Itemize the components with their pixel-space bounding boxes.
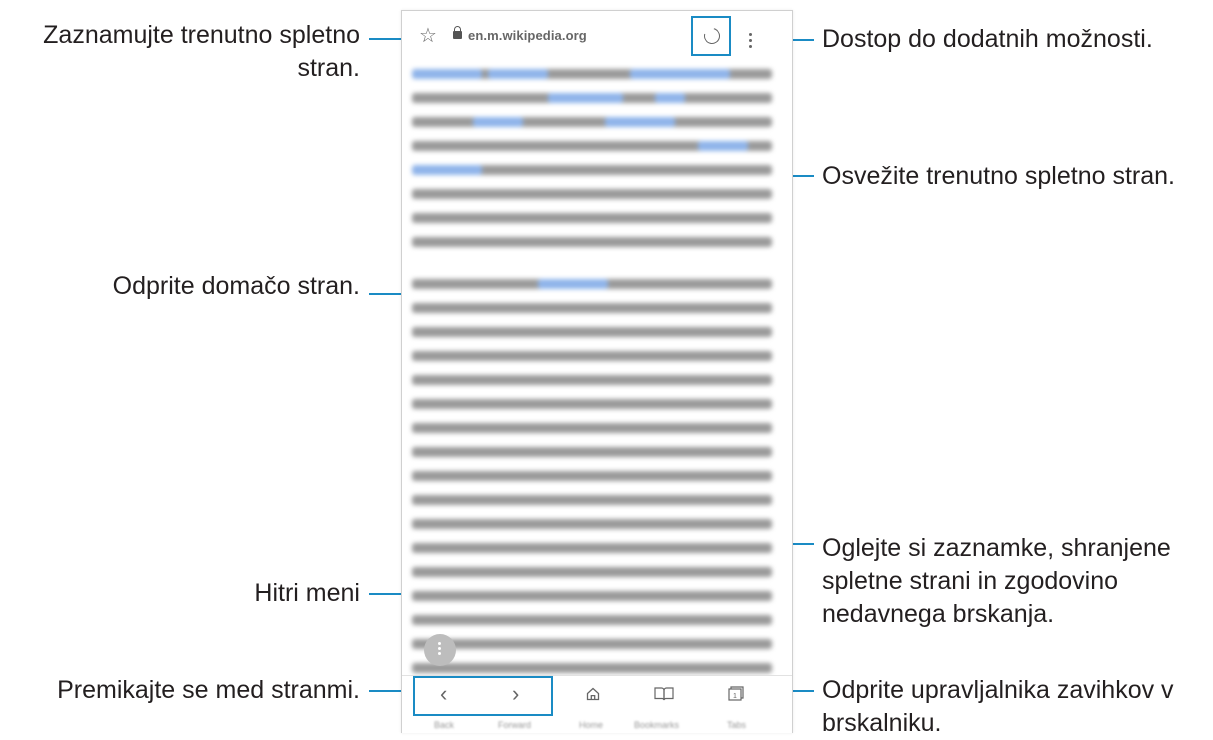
web-page-content — [402, 63, 792, 697]
forward-label: Forward — [498, 720, 532, 730]
paragraph — [412, 279, 772, 711]
callout-more-options: Dostop do dodatnih možnosti. — [822, 25, 1153, 53]
callout-quick-menu: Hitri meni — [254, 579, 360, 607]
callout-refresh: Osvežite trenutno spletno stran. — [822, 162, 1175, 190]
home-label: Home — [579, 720, 604, 730]
callout-home: Odprite domačo stran. — [112, 272, 360, 300]
back-button[interactable]: ‹ — [440, 683, 447, 705]
callout-navigate: Premikajte se med stranmi. — [57, 676, 360, 704]
url-text[interactable]: en.m.wikipedia.org — [468, 28, 587, 43]
paragraph — [412, 69, 772, 261]
star-icon[interactable]: ☆ — [419, 26, 437, 46]
bookmarks-label: Bookmarks — [634, 720, 680, 730]
callout-text: Oglejte si zaznamke, shranjene — [822, 534, 1171, 562]
quick-menu-button[interactable] — [424, 634, 456, 666]
home-icon[interactable] — [586, 687, 600, 701]
tabs-label: Tabs — [727, 720, 747, 730]
more-icon — [438, 642, 441, 655]
lock-icon — [453, 26, 462, 39]
callout-text: Odprite upravljalnika zavihkov v — [822, 676, 1174, 704]
callout-text: nedavnega brskanja. — [822, 600, 1055, 628]
callout-text: spletne strani in zgodovino — [822, 567, 1119, 595]
phone-screen: ☆ en.m.wikipedia.org ‹ Back › Forward Ho… — [401, 10, 793, 733]
callout-tabs: Odprite upravljalnika zavihkov v brskaln… — [822, 674, 1174, 740]
bookmarks-icon[interactable] — [654, 687, 674, 701]
callout-bookmarks: Oglejte si zaznamke, shranjene spletne s… — [822, 532, 1171, 631]
bottom-navigation: ‹ Back › Forward Home Bookmarks 1 Tabs — [402, 675, 792, 733]
callout-text: brskalniku. — [822, 709, 942, 737]
back-label: Back — [434, 720, 455, 730]
forward-button[interactable]: › — [512, 683, 519, 705]
callout-text: Zaznamujte trenutno spletno — [43, 21, 360, 49]
tabs-count: 1 — [733, 693, 737, 700]
callout-bookmark-current: Zaznamujte trenutno spletno stran. — [0, 19, 360, 85]
address-bar[interactable]: ☆ en.m.wikipedia.org — [402, 11, 792, 61]
nav-highlight — [413, 676, 553, 716]
more-options-icon[interactable] — [749, 33, 752, 48]
callout-text: stran. — [297, 54, 360, 82]
tabs-icon[interactable]: 1 — [728, 686, 744, 702]
